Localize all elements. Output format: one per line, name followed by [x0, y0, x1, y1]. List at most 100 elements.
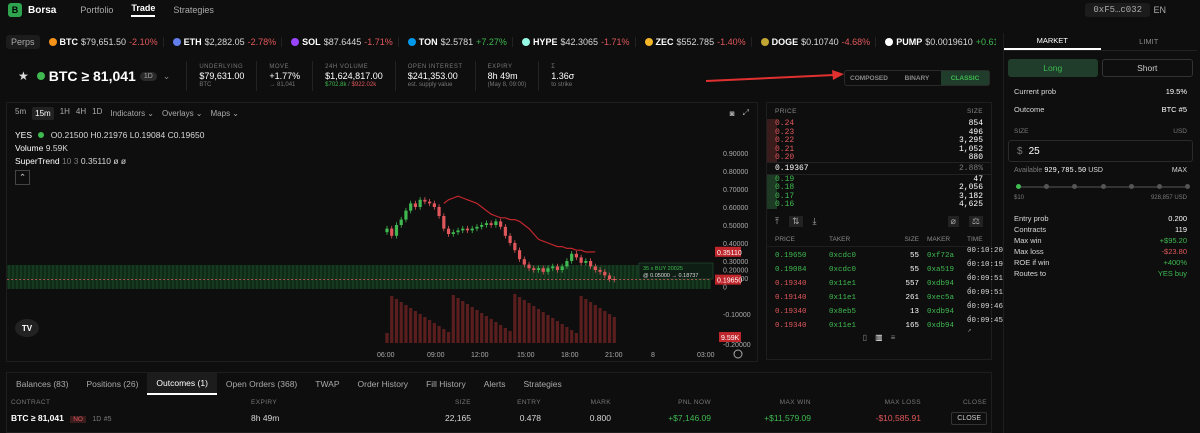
mode-composed[interactable]: COMPOSED	[845, 71, 893, 85]
bottom-tab[interactable]: Alerts	[475, 373, 515, 395]
mode-binary[interactable]: BINARY	[893, 71, 941, 85]
order-panel: MARKET LIMIT Long Short Current prob 19.5…	[1003, 33, 1197, 433]
logo-icon[interactable]: B	[8, 3, 22, 17]
maps-menu[interactable]: Maps ⌄	[211, 109, 240, 118]
ticker-item[interactable]: TON $2.5781 +7.27%	[403, 36, 513, 47]
column-header[interactable]: MAX WIN	[711, 399, 811, 406]
overlays-menu[interactable]: Overlays ⌄	[162, 109, 203, 118]
bottom-tab[interactable]: Fill History	[417, 373, 475, 395]
slider-tick[interactable]	[1185, 184, 1190, 189]
slider-tick[interactable]	[1128, 184, 1134, 189]
trade-row[interactable]: 0.19340 0x11e1 165 0xdb94 00:09:45 ↗	[767, 317, 1003, 335]
language-selector[interactable]: EN	[1153, 5, 1166, 15]
timeframe-badge[interactable]: 1D	[139, 71, 157, 81]
bottom-tab[interactable]: TWAP	[306, 373, 348, 395]
scale-icon[interactable]: ⚖	[968, 216, 983, 227]
bottom-tab[interactable]: Strategies	[514, 373, 570, 395]
wallet-button[interactable]: 0xF5…c032	[1085, 3, 1150, 17]
ticker-item[interactable]: ZEC $552.785 -1.40%	[640, 36, 752, 47]
ask-row[interactable]: 0.23 496	[767, 127, 991, 137]
price-chart[interactable]: 5m 15m 1H 4H 1D Indicators ⌄ Overlays ⌄ Maps…	[6, 102, 758, 362]
column-header[interactable]: ENTRY	[471, 399, 541, 406]
chevron-down-icon[interactable]: ⌄	[163, 71, 171, 82]
bid-row[interactable]: 0.18 2,056	[767, 183, 991, 192]
settings-icon[interactable]	[733, 349, 743, 359]
perps-filter[interactable]: Perps	[6, 34, 40, 49]
column-header[interactable]: CLOSE	[921, 399, 987, 406]
bottom-tab[interactable]: Open Orders (368)	[217, 373, 306, 395]
ticker-item[interactable]: PUMP$0.0019610+0.61%	[880, 37, 996, 47]
sort-up-icon[interactable]: ⤒	[775, 216, 779, 227]
trade-row[interactable]: 0.19140 0x11e1 261 0xec5a 00:09:51 ↗	[767, 289, 1003, 307]
sort-both-icon[interactable]: ⇅	[788, 216, 803, 227]
max-button[interactable]: MAX	[1172, 167, 1187, 174]
candle-body	[428, 201, 432, 204]
close-position-button[interactable]: CLOSE	[951, 411, 987, 425]
bottom-tab[interactable]: Positions (26)	[77, 373, 147, 395]
interval-15m[interactable]: 15m	[32, 106, 54, 120]
external-link-icon[interactable]: ↗	[967, 327, 972, 335]
ask-row[interactable]: 0.22 3,295	[767, 136, 991, 145]
ticker-price: $0.0019610	[925, 36, 973, 47]
bid-row[interactable]: 0.17 3,182	[767, 191, 991, 201]
ask-row[interactable]: 0.21 1,052	[767, 144, 991, 154]
order-annotation-buy: 35 x BUY 20025	[643, 266, 683, 272]
chart-toolbar: 5m 15m 1H 4H 1D Indicators ⌄ Overlays ⌄ Maps…	[7, 103, 757, 123]
column-header[interactable]: EXPIRY	[251, 399, 361, 406]
trade-row[interactable]: 0.19340 0x11e1 557 0xdb94 00:09:51 ↗	[767, 275, 1003, 293]
trade-row[interactable]: 0.19084 0xcdc0 55 0xa519 00:10:19 ↗	[767, 261, 1003, 279]
ask-row[interactable]: 0.20 880	[767, 153, 991, 162]
slider-tick[interactable]	[1100, 184, 1106, 189]
bottom-tab[interactable]: Balances (83)	[7, 373, 77, 395]
bottom-tab[interactable]: Order History	[349, 373, 418, 395]
layout-split-icon[interactable]: ▥	[875, 333, 883, 342]
slider-tick[interactable]	[1072, 184, 1078, 189]
column-header[interactable]: CONTRACT	[11, 399, 251, 406]
expand-icon[interactable]: ⤢	[743, 108, 749, 118]
ticker-item[interactable]: ETH $2,282.05 -2.78%	[168, 36, 283, 47]
column-header[interactable]: PNL NOW	[611, 399, 711, 406]
volume-bar	[437, 326, 441, 343]
column-header[interactable]: SIZE	[361, 399, 471, 406]
nav-portfolio[interactable]: Portfolio	[80, 5, 113, 15]
pin-icon[interactable]: ⌀	[947, 216, 959, 227]
bottom-tab[interactable]: Outcomes (1)	[147, 373, 217, 395]
trade-row[interactable]: 0.19340 0x8eb5 13 0xdb94 00:09:46 ↗	[767, 303, 1003, 321]
bid-row[interactable]: 0.19 47	[767, 174, 991, 184]
interval-1H[interactable]: 1H	[60, 107, 70, 120]
tab-limit[interactable]: LIMIT	[1101, 33, 1198, 50]
indicators-menu[interactable]: Indicators ⌄	[110, 109, 154, 118]
ticker-item[interactable]: BTC $79,651.50 -2.10%	[44, 36, 164, 47]
trade-row[interactable]: 0.19650 0xcdc0 55 0xf72a 00:10:20 ↗	[767, 247, 1003, 265]
layout-book-icon[interactable]: ▯	[863, 333, 867, 342]
table-row[interactable]: BTC ≥ 81,041 NO 1D #5 8h 49m 22,165 0.47…	[7, 409, 991, 427]
long-button[interactable]: Long	[1008, 59, 1098, 77]
candles-canvas[interactable]: 0.900000.800000.700000.600000.500000.400…	[7, 123, 757, 361]
column-header[interactable]: MARK	[541, 399, 611, 406]
tab-market[interactable]: MARKET	[1004, 33, 1101, 50]
favorite-star-icon[interactable]: ★	[18, 69, 29, 83]
column-header[interactable]: MAX LOSS	[811, 399, 921, 406]
tradingview-logo[interactable]: TV	[15, 319, 39, 337]
nav-strategies[interactable]: Strategies	[173, 5, 214, 15]
slider-tick[interactable]	[1016, 184, 1021, 189]
size-slider[interactable]	[1016, 184, 1190, 189]
bid-row[interactable]: 0.16 4,625	[767, 200, 991, 209]
size-input[interactable]: $25	[1008, 140, 1193, 162]
ticker-item[interactable]: DOGE $0.10740 -4.68%	[756, 36, 877, 47]
nav-trade[interactable]: Trade	[131, 3, 156, 17]
y-tick-label: 0.30000	[723, 259, 748, 266]
camera-icon[interactable]: ◙	[730, 109, 735, 118]
slider-tick[interactable]	[1156, 184, 1162, 189]
sort-down-icon[interactable]: ⤓	[813, 216, 817, 227]
interval-1D[interactable]: 1D	[92, 107, 102, 120]
slider-tick[interactable]	[1044, 184, 1050, 189]
short-button[interactable]: Short	[1101, 59, 1193, 77]
interval-5m[interactable]: 5m	[15, 107, 26, 120]
ticker-item[interactable]: SOL $87.6445 -1.71%	[286, 36, 399, 47]
ask-row[interactable]: 0.24 854	[767, 119, 991, 128]
layout-trades-icon[interactable]: ≡	[891, 333, 896, 342]
interval-4H[interactable]: 4H	[76, 107, 86, 120]
mode-classic[interactable]: CLASSIC	[941, 71, 989, 85]
ticker-item[interactable]: HYPE $42.3065 -1.71%	[517, 36, 636, 47]
